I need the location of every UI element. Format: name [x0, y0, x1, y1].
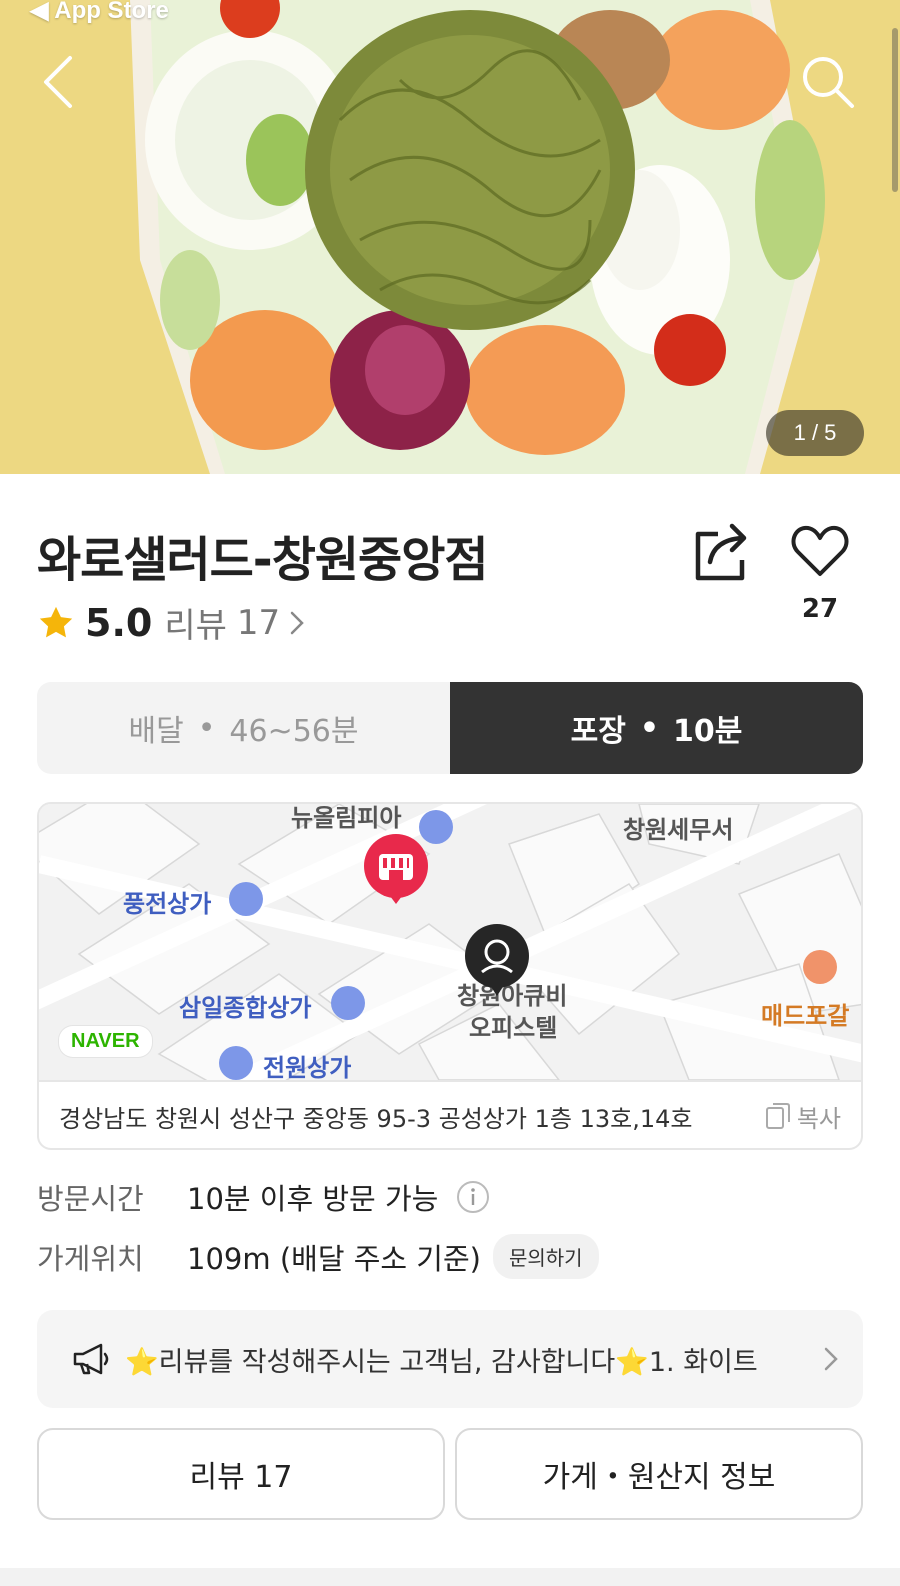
- pickup-option[interactable]: 포장 • 10분: [450, 682, 863, 774]
- visit-time-value: 10분 이후 방문 가능: [187, 1182, 439, 1216]
- share-button[interactable]: [692, 520, 752, 584]
- salad-illustration: [0, 0, 900, 474]
- favorite-button[interactable]: [790, 522, 850, 582]
- restaurant-pin-icon[interactable]: [803, 950, 837, 984]
- poi-officetel-line2[interactable]: 오피스텔: [469, 1008, 557, 1043]
- copy-label: 복사: [796, 1104, 841, 1133]
- address-row: 경상남도 창원시 성산구 중앙동 95-3 공성상가 1층 13호,14호 복사: [39, 1080, 861, 1148]
- store-map-card: 뉴올림피아 창원세무서 풍전상가 삼일종합상가 창원아큐비 오피스텔 매드포갈 …: [37, 802, 863, 1150]
- store-map[interactable]: 뉴올림피아 창원세무서 풍전상가 삼일종합상가 창원아큐비 오피스텔 매드포갈 …: [39, 804, 861, 1080]
- hero-food-image[interactable]: ◀ App Store 1 / 5: [0, 0, 900, 474]
- copy-address-button[interactable]: 복사: [765, 1099, 841, 1134]
- megaphone-icon: [73, 1343, 109, 1375]
- store-marker-icon[interactable]: [361, 834, 431, 918]
- map-roads: [39, 804, 861, 1080]
- store-location-label: 가게위치: [37, 1241, 144, 1276]
- rating-score: 5.0: [85, 600, 153, 645]
- pickup-time: 10분: [673, 714, 743, 749]
- rating-summary[interactable]: 5.0 리뷰 17: [37, 598, 306, 647]
- inquiry-button[interactable]: 문의하기: [492, 1234, 599, 1279]
- heart-icon: [791, 525, 849, 576]
- section-divider: [0, 1568, 900, 1586]
- separator-dot: •: [639, 710, 660, 746]
- naver-watermark: NAVER: [59, 1026, 152, 1057]
- poi-jeonwon[interactable]: 전원상가: [263, 1048, 351, 1080]
- chevron-left-icon: [44, 56, 72, 108]
- store-address: 경상남도 창원시 성산구 중앙동 95-3 공성상가 1층 13호,14호: [59, 1104, 693, 1133]
- image-page-indicator: 1 / 5: [766, 410, 864, 456]
- store-location-row: 가게위치 109m (배달 주소 기준) 문의하기: [37, 1234, 599, 1279]
- notice-text: ⭐리뷰를 작성해주시는 고객님, 감사합니다⭐1. 화이트: [125, 1346, 758, 1378]
- scroll-indicator: [892, 28, 898, 192]
- status-bar-back-to-app-store[interactable]: ◀ App Store: [30, 0, 169, 25]
- star-icon: [39, 606, 73, 637]
- info-icon[interactable]: [456, 1180, 490, 1214]
- store-detail-page: ◀ App Store 1 / 5 와로샐러드-창원중앙점 5.0 리뷰 17: [0, 0, 900, 1586]
- poi-newolympia[interactable]: 뉴올림피아: [291, 804, 401, 833]
- store-name: 와로샐러드-창원중앙점: [37, 532, 489, 588]
- user-location-marker-icon[interactable]: [462, 924, 532, 1008]
- chevron-right-icon: [824, 1347, 838, 1371]
- poi-tax-office[interactable]: 창원세무서: [623, 810, 733, 845]
- back-button[interactable]: [28, 50, 92, 114]
- store-info-button[interactable]: 가게・원산지 정보: [455, 1428, 863, 1520]
- delivery-time: 46~56분: [229, 714, 359, 749]
- review-count: 17: [236, 602, 281, 643]
- review-label: 리뷰: [164, 606, 227, 646]
- copy-icon: [765, 1103, 790, 1129]
- shopping-pin-icon[interactable]: [219, 1046, 253, 1080]
- bottom-button-row: 리뷰 17 가게・원산지 정보: [37, 1428, 863, 1520]
- delivery-option[interactable]: 배달 • 46~56분: [37, 682, 450, 774]
- visit-time-row: 방문시간 10분 이후 방문 가능: [37, 1176, 490, 1218]
- poi-samil[interactable]: 삼일종합상가: [179, 988, 311, 1023]
- visit-time-label: 방문시간: [37, 1182, 144, 1216]
- favorite-count: 27: [801, 594, 839, 624]
- shopping-pin-icon[interactable]: [229, 882, 263, 916]
- store-location-value: 109m (배달 주소 기준): [187, 1241, 481, 1276]
- poi-madpo[interactable]: 매드포갈: [761, 996, 849, 1031]
- search-icon: [803, 57, 854, 108]
- share-icon: [695, 523, 747, 581]
- search-button[interactable]: [796, 50, 860, 114]
- pickup-label: 포장: [570, 714, 626, 749]
- order-mode-toggle: 배달 • 46~56분 포장 • 10분: [37, 682, 863, 774]
- poi-pungjeon[interactable]: 풍전상가: [123, 884, 211, 919]
- delivery-label: 배달: [128, 714, 184, 749]
- chevron-right-icon: [290, 611, 304, 634]
- shopping-pin-icon[interactable]: [331, 986, 365, 1020]
- separator-dot: •: [197, 710, 216, 746]
- store-notice-banner[interactable]: ⭐리뷰를 작성해주시는 고객님, 감사합니다⭐1. 화이트: [37, 1310, 863, 1408]
- reviews-button[interactable]: 리뷰 17: [37, 1428, 445, 1520]
